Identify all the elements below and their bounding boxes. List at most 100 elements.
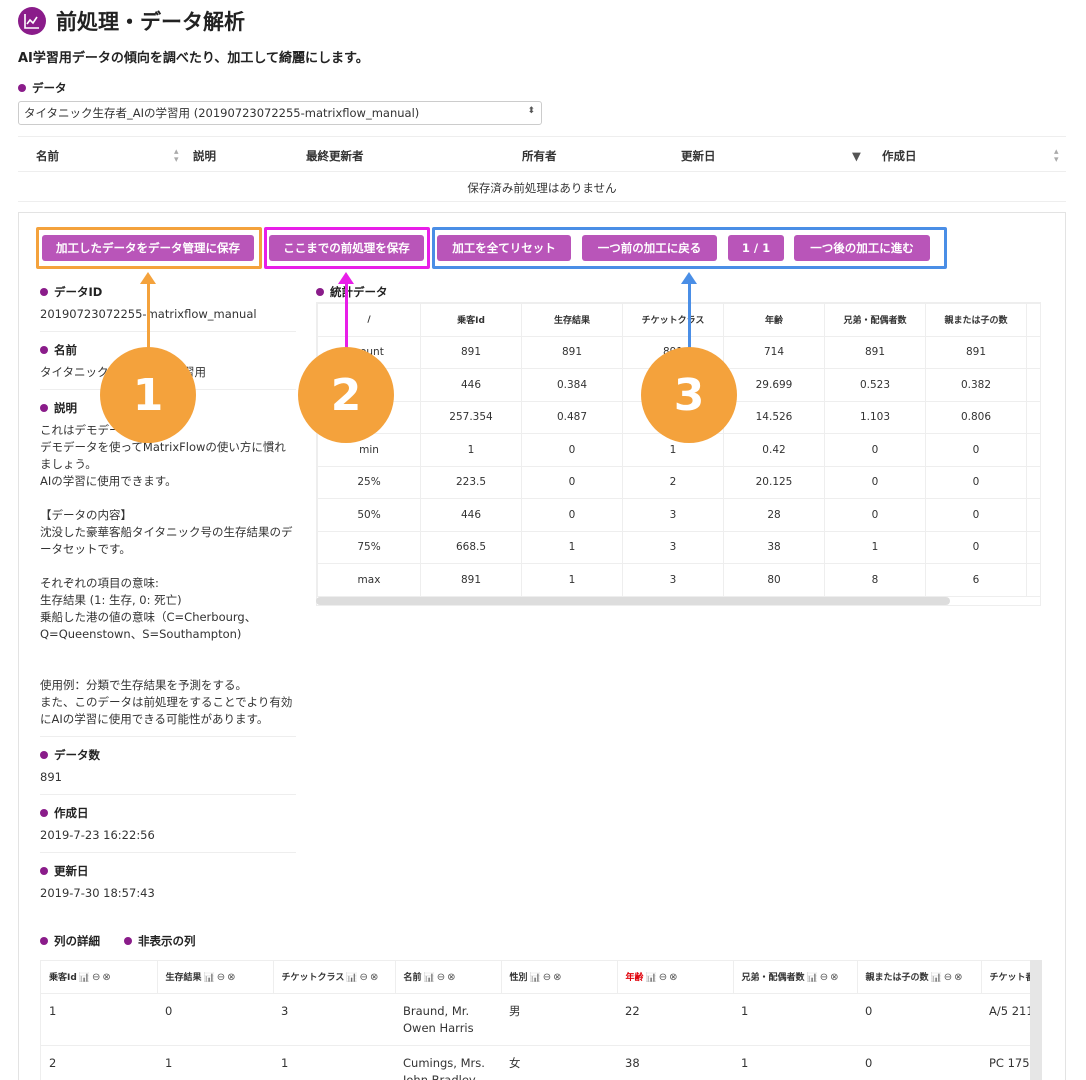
stats-cell: 891 bbox=[420, 563, 522, 597]
detail-col-header: 兄弟・配偶者数 📊 ⊖ ⊗ bbox=[733, 961, 858, 994]
page-title: 前処理・データ解析 bbox=[56, 10, 245, 34]
stats-row: 25% 223.5 0 2 20.125 0 0 bbox=[317, 465, 1040, 499]
stats-cell: 50% bbox=[317, 498, 421, 532]
undo-button[interactable]: 一つ前の加工に戻る bbox=[582, 235, 717, 261]
delete-column-icon[interactable]: ⊗ bbox=[447, 972, 455, 983]
data-select[interactable]: タイタニック生存者_AIの学習用 (20190723072255-matrixf… bbox=[18, 101, 542, 125]
detail-cell: 女 bbox=[501, 1045, 617, 1080]
delete-column-icon[interactable]: ⊗ bbox=[227, 972, 235, 983]
histogram-icon[interactable]: 📊 bbox=[204, 973, 215, 983]
redo-button[interactable]: 一つ後の加工に進む bbox=[794, 235, 930, 261]
save-preprocess-button[interactable]: ここまでの前処理を保存 bbox=[269, 235, 424, 261]
stats-overflow-cell bbox=[1026, 563, 1040, 597]
created-block: 作成日 2019-7-23 16:22:56 bbox=[40, 805, 296, 853]
empty-message: 保存済み前処理はありません bbox=[18, 172, 1066, 202]
histogram-icon[interactable]: 📊 bbox=[346, 973, 357, 983]
histogram-icon[interactable]: 📊 bbox=[931, 973, 942, 983]
hide-column-icon[interactable]: ⊖ bbox=[543, 972, 551, 983]
delete-column-icon[interactable]: ⊗ bbox=[669, 972, 677, 983]
data-id-block: データID 20190723072255-matrixflow_manual bbox=[40, 284, 296, 332]
delete-column-icon[interactable]: ⊗ bbox=[370, 972, 378, 983]
detail-col-label[interactable]: チケットクラス bbox=[282, 973, 345, 983]
stats-overflow-cell bbox=[1026, 335, 1040, 369]
detail-col-label[interactable]: 乗客Id bbox=[49, 973, 77, 983]
detail-col-label[interactable]: 性別 bbox=[510, 973, 528, 983]
sort-icon[interactable]: ▴ ▾ bbox=[174, 148, 179, 165]
detail-col-header: 性別 📊 ⊖ ⊗ bbox=[501, 961, 618, 994]
reset-all-button[interactable]: 加工を全てリセット bbox=[437, 235, 571, 261]
detail-col-label[interactable]: 名前 bbox=[404, 973, 422, 983]
col-header-name[interactable]: 名前 bbox=[36, 148, 59, 164]
histogram-icon[interactable]: 📊 bbox=[807, 973, 818, 983]
histogram-icon[interactable]: 📊 bbox=[424, 973, 435, 983]
detail-cell: 0 bbox=[857, 993, 981, 1046]
histogram-icon[interactable]: 📊 bbox=[79, 973, 90, 983]
stats-col-header: 兄弟・配偶者数 bbox=[824, 303, 926, 337]
stats-row: 50% 446 0 3 28 0 0 bbox=[317, 498, 1040, 532]
stats-cell: 0 bbox=[824, 498, 926, 532]
desc-value: これはデモデータです。 デモデータを使ってMatrixFlowの使い方に慣れまし… bbox=[40, 423, 293, 726]
col-header-created[interactable]: 作成日 bbox=[882, 148, 917, 164]
stats-cell: 0 bbox=[925, 433, 1027, 467]
stats-header-row: / 乗客Id 生存結果 チケットクラス 年齢 兄弟・配偶者数 親または子の数 bbox=[317, 303, 1040, 337]
hide-column-icon[interactable]: ⊖ bbox=[360, 972, 368, 983]
save-data-button[interactable]: 加工したデータをデータ管理に保存 bbox=[42, 235, 254, 261]
stats-cell: 714 bbox=[723, 335, 825, 369]
callout-circle-2: 2 bbox=[298, 347, 394, 443]
detail-col-header: 乗客Id 📊 ⊖ ⊗ bbox=[41, 961, 158, 994]
stats-cell: 257.354 bbox=[420, 400, 522, 434]
detail-col-label[interactable]: 兄弟・配偶者数 bbox=[742, 973, 805, 983]
detail-cell: 22 bbox=[617, 993, 733, 1046]
stats-row: 75% 668.5 1 3 38 1 0 bbox=[317, 530, 1040, 564]
stats-cell: 1.103 bbox=[824, 400, 926, 434]
delete-column-icon[interactable]: ⊗ bbox=[553, 972, 561, 983]
detail-col-label[interactable]: 年齢 bbox=[626, 973, 644, 983]
detail-col-label[interactable]: 親または子の数 bbox=[866, 973, 929, 983]
detail-row: 2 1 1 Cumings, Mrs. John Bradley 女 38 1 0 PC 175… bbox=[41, 1045, 1041, 1080]
col-header-last-updater[interactable]: 最終更新者 bbox=[306, 148, 364, 164]
stats-overflow-cell bbox=[1026, 530, 1040, 564]
sort-icon[interactable]: ▴ ▾ bbox=[1054, 148, 1059, 165]
count-block: データ数 891 bbox=[40, 747, 296, 795]
stats-cell: 0 bbox=[824, 433, 926, 467]
page-indicator-button[interactable]: 1 / 1 bbox=[728, 235, 784, 261]
column-detail-label[interactable]: 列の詳細 bbox=[40, 933, 100, 949]
updated-value: 2019-7-30 18:57:43 bbox=[40, 886, 155, 900]
histogram-icon[interactable]: 📊 bbox=[530, 973, 541, 983]
detail-cell: Braund, Mr. Owen Harris bbox=[395, 993, 501, 1046]
delete-column-icon[interactable]: ⊗ bbox=[830, 972, 838, 983]
stats-col-header: 親または子の数 bbox=[925, 303, 1027, 337]
delete-column-icon[interactable]: ⊗ bbox=[954, 972, 962, 983]
stats-overflow-cell bbox=[1026, 465, 1040, 499]
col-header-owner[interactable]: 所有者 bbox=[522, 148, 557, 164]
arrow-up-icon bbox=[338, 272, 354, 284]
stats-cell: 3 bbox=[622, 498, 724, 532]
hide-column-icon[interactable]: ⊖ bbox=[659, 972, 667, 983]
stats-cell: 0.384 bbox=[521, 368, 623, 402]
stats-cell: 80 bbox=[723, 563, 825, 597]
stats-col-header: 年齢 bbox=[723, 303, 825, 337]
hidden-columns-label[interactable]: 非表示の列 bbox=[124, 933, 196, 949]
hide-column-icon[interactable]: ⊖ bbox=[820, 972, 828, 983]
sort-desc-icon[interactable]: ▼ bbox=[852, 149, 861, 163]
stats-overflow-cell bbox=[1026, 303, 1040, 337]
vertical-scrollbar[interactable] bbox=[1030, 960, 1042, 1080]
stats-cell: 6 bbox=[925, 563, 1027, 597]
data-id-value: 20190723072255-matrixflow_manual bbox=[40, 306, 296, 323]
hide-column-icon[interactable]: ⊖ bbox=[217, 972, 225, 983]
stats-overflow-cell bbox=[1026, 433, 1040, 467]
col-header-updated[interactable]: 更新日 bbox=[681, 148, 716, 164]
hide-column-icon[interactable]: ⊖ bbox=[944, 972, 952, 983]
hide-column-icon[interactable]: ⊖ bbox=[437, 972, 445, 983]
page-subtitle: AI学習用データの傾向を調べたり、加工して綺麗にします。 bbox=[18, 51, 369, 66]
chart-logo-icon bbox=[18, 7, 46, 35]
hide-column-icon[interactable]: ⊖ bbox=[92, 972, 100, 983]
stats-cell: 1 bbox=[420, 433, 522, 467]
col-header-desc[interactable]: 説明 bbox=[193, 148, 216, 164]
detail-cell: 38 bbox=[617, 1045, 733, 1080]
detail-col-label[interactable]: 生存結果 bbox=[166, 973, 202, 983]
horizontal-scrollbar[interactable] bbox=[316, 597, 950, 605]
delete-column-icon[interactable]: ⊗ bbox=[102, 972, 110, 983]
histogram-icon[interactable]: 📊 bbox=[646, 973, 657, 983]
callout-circle-3: 3 bbox=[641, 347, 737, 443]
